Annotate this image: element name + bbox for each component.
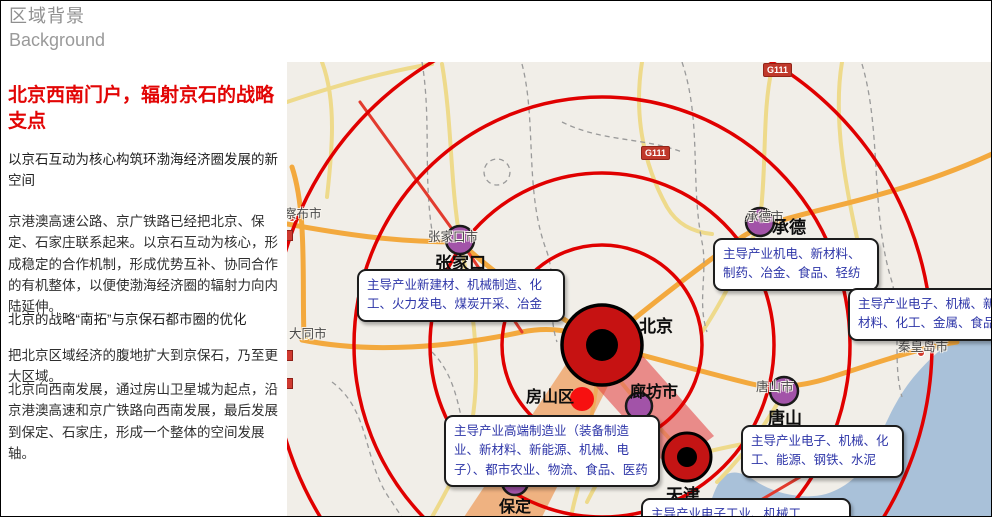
road-badge-g111-west: G111 — [641, 146, 670, 160]
callout-qinhuangdao-industry: 主导产业电子、机械、新材料、化工、金属、食品 — [848, 288, 992, 341]
region-map: 察布市 大同市 秦皇岛市 张家口市 承德市 唐山市 G111 G111 张家口 … — [287, 62, 992, 517]
tianjin-dot-core — [677, 447, 697, 467]
city-label-baoding: 保定 — [499, 493, 531, 517]
slide-region-background: 区域背景 Background 北京西南门户，辐射京石的战略支点 以京石互动为核… — [0, 0, 992, 517]
paragraph-new-space: 以京石互动为核心构筑环渤海经济圈发展的新空间 — [8, 149, 285, 192]
city-label-chengde: 承德 — [772, 213, 806, 238]
callout-tianjin-industry: 主导产业电子工业、机械工 — [641, 498, 851, 517]
map-label-datong: 大同市 — [289, 323, 327, 342]
map-label-zhangjiakou: 张家口市 — [428, 226, 478, 245]
callout-zhangjiakou-industry: 主导产业新建材、机械制造、化工、火力发电、煤炭开采、冶金 — [357, 269, 565, 322]
edge-badge-icon — [287, 230, 293, 241]
callout-chengde-industry: 主导产业机电、新材料、制药、冶金、食品、轻纺 — [713, 238, 879, 291]
paragraph-jingshi: 京港澳高速公路、京广铁路已经把北京、保定、石家庄联系起来。以京石互动为核心，形成… — [8, 211, 285, 318]
map-label-tangshan: 唐山市 — [756, 376, 794, 395]
headline: 北京西南门户，辐射京石的战略支点 — [8, 83, 286, 135]
city-label-fangshan: 房山区 — [526, 383, 574, 407]
city-label-langfang: 廊坊市 — [630, 378, 678, 402]
city-label-beijing: 北京 — [639, 312, 673, 337]
callout-fangshan-industry: 主导产业高端制造业（装备制造业、新材料、新能源、机械、电子）、都市农业、物流、食… — [444, 415, 660, 487]
paragraph-axis: 北京向西南发展，通过房山卫星城为起点，沿京港澳高速和京广铁路向西南发展，最后发展… — [8, 379, 285, 464]
road-badge-g111-north: G111 — [763, 63, 792, 77]
slide-header: 区域背景 Background — [9, 5, 105, 53]
page-title-zh: 区域背景 — [9, 5, 105, 29]
callout-tangshan-industry: 主导产业电子、机械、化工、能源、钢铁、水泥 — [741, 425, 904, 478]
page-title-en: Background — [9, 29, 105, 53]
paragraph-south-expand: 北京的战略“南拓”与京保石都市圈的优化 — [8, 309, 285, 330]
beijing-dot-core — [586, 329, 618, 361]
edge-badge-icon — [287, 350, 293, 361]
edge-badge-icon — [287, 378, 293, 389]
map-label-chabu: 察布市 — [287, 203, 322, 222]
